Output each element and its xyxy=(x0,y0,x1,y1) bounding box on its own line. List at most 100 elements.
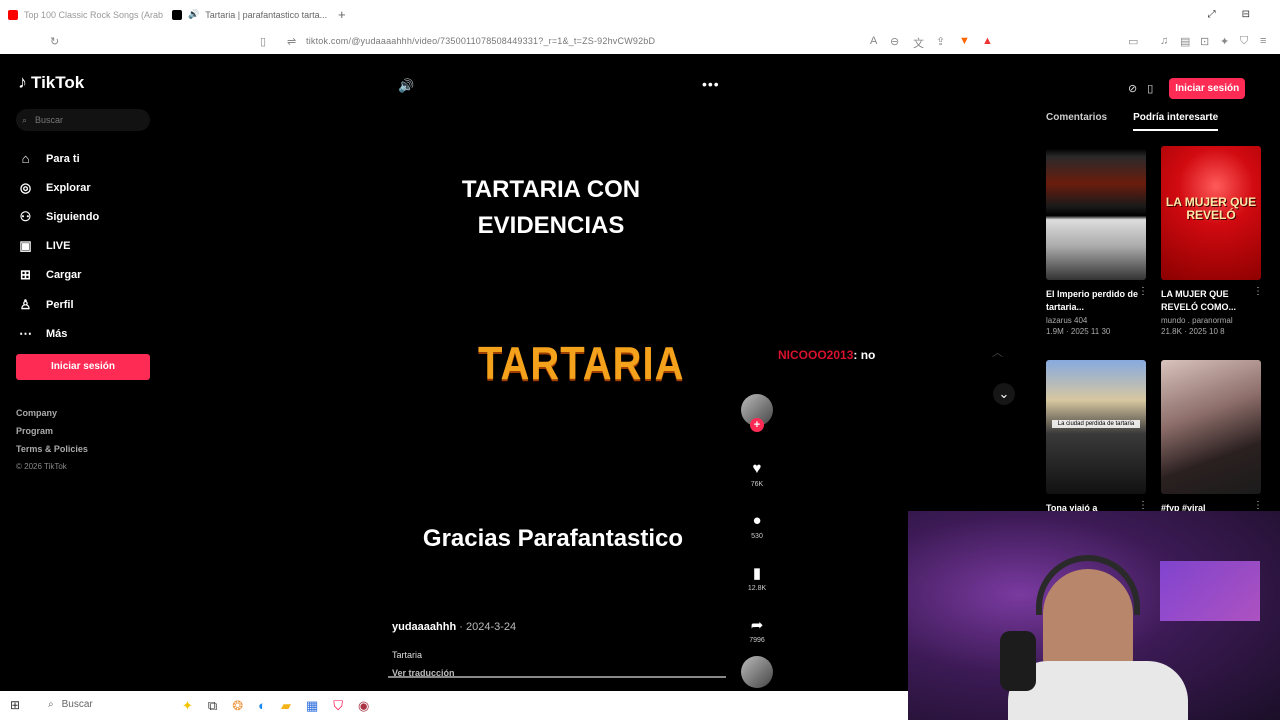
bookmark-icon: ▮ xyxy=(752,565,762,582)
follow-plus-icon[interactable]: + xyxy=(750,418,764,432)
top-right-controls: ⊘ ▯ Iniciar sesión xyxy=(1128,78,1246,99)
zoom-icon[interactable]: ⊖ xyxy=(890,35,899,48)
url-field[interactable]: tiktok.com/@yudaaaahhh/video/73500110785… xyxy=(306,36,655,46)
more-options-icon[interactable]: ••• xyxy=(702,76,720,92)
vpn-icon[interactable]: ⛉ xyxy=(1240,35,1248,48)
card-stats: 21.8K · 2025 10 8 xyxy=(1161,327,1225,336)
media-icon[interactable]: ♫ xyxy=(1160,35,1168,47)
video-card[interactable]: El Imperio perdido de tartaria... lazaru… xyxy=(1046,146,1148,336)
bookmark-icon[interactable]: ▯ xyxy=(260,35,266,48)
taskbar-search[interactable]: ⌕ Buscar xyxy=(42,699,93,710)
widgets-icon[interactable]: ✦ xyxy=(182,698,193,714)
chevron-down-icon[interactable]: ⌄ xyxy=(993,383,1015,405)
address-bar: ↻ ▯ ⇌ tiktok.com/@yudaaaahhh/video/73500… xyxy=(0,29,1280,54)
youtube-icon xyxy=(8,9,18,20)
share-icon[interactable]: ⇪ xyxy=(936,35,945,48)
tab-podria-interesarte[interactable]: Podría interesarte xyxy=(1133,112,1219,131)
save-button[interactable]: ▮ 12.8K xyxy=(740,564,774,596)
sidebar-item-live[interactable]: ▣ LIVE xyxy=(18,232,99,261)
video-player[interactable]: 🔊 ••• TARTARIA CON EVIDENCIAS TARTARIA G… xyxy=(388,66,728,682)
task-view-icon[interactable]: ⧉ xyxy=(208,698,217,714)
obs-icon[interactable]: ◉ xyxy=(358,698,369,714)
copilot-icon[interactable]: ❂ xyxy=(232,698,243,714)
video-progress-bar[interactable] xyxy=(388,676,726,678)
sidebar-item-cargar[interactable]: ⊞ Cargar xyxy=(18,261,99,290)
sidebar-item-siguiendo[interactable]: ⚇ Siguiendo xyxy=(18,202,100,231)
chevron-up-icon[interactable]: ︿ xyxy=(992,344,1003,360)
home-icon: ⌂ xyxy=(21,151,30,167)
music-disc-avatar[interactable] xyxy=(741,656,773,688)
maximize-icon[interactable]: ⊟ xyxy=(1242,9,1250,20)
sidebar-item-para-ti[interactable]: ⌂ Para ti xyxy=(18,144,99,173)
tiktok-note-icon: ♪ xyxy=(18,72,27,92)
footer-link-program[interactable]: Program xyxy=(16,426,88,444)
video-thumbnail[interactable] xyxy=(1161,360,1261,494)
search-input[interactable]: ⌕ Buscar xyxy=(16,109,150,131)
tab-youtube[interactable]: Top 100 Classic Rock Songs (Arab... xyxy=(0,0,164,29)
new-tab-button[interactable]: + xyxy=(338,7,346,22)
card-more-icon[interactable]: ⋮ xyxy=(1253,286,1263,297)
video-thumbnail[interactable] xyxy=(1046,146,1146,280)
brave-icon[interactable]: ⛉ xyxy=(333,698,343,714)
tiktok-logo[interactable]: ♪ TikTok xyxy=(18,72,84,93)
sidebar-nav: ⌂ Para ti ◎ Explorar ⚇ Siguiendo ▣ LIVE ⊞ Car… xyxy=(18,144,99,348)
share-button[interactable]: ➦ 7996 xyxy=(740,616,774,648)
copyright: © 2026 TikTok xyxy=(16,462,67,471)
video-card[interactable]: LA MUJER QUE REVELÓ LA MUJER QUE REVELÓ … xyxy=(1161,146,1263,336)
coin-icon[interactable]: ⊘ xyxy=(1128,82,1137,95)
sidebar-item-explorar[interactable]: ◎ Explorar xyxy=(18,173,99,202)
video-card[interactable]: La ciudad perdida de tartaria Tona viajó… xyxy=(1046,360,1148,528)
card-more-icon[interactable]: ⋮ xyxy=(1138,286,1148,297)
windows-start-icon[interactable]: ⊞ xyxy=(10,698,20,712)
brave-shield-icon[interactable]: ▼ xyxy=(959,35,970,47)
video-card[interactable]: #fyp #viral ⋮ xyxy=(1161,360,1263,528)
footer-link-terms[interactable]: Terms & Policies xyxy=(16,444,88,462)
sidebar-item-mas[interactable]: ⋯ Más xyxy=(18,319,99,348)
device-icon[interactable]: ▯ xyxy=(1147,82,1153,95)
site-info-icon[interactable]: ⇌ xyxy=(287,35,296,48)
menu-icon[interactable]: ≡ xyxy=(1260,35,1266,47)
downloads-icon[interactable]: ⊡ xyxy=(1200,35,1209,48)
login-button-top[interactable]: Iniciar sesión xyxy=(1169,78,1246,99)
thumbnail-text: LA MUJER QUE REVELÓ xyxy=(1165,195,1257,222)
login-button-sidebar[interactable]: Iniciar sesión xyxy=(16,354,150,380)
reader-icon[interactable]: 文 xyxy=(913,35,924,51)
file-explorer-icon[interactable]: ▰ xyxy=(281,698,291,714)
card-more-icon[interactable]: ⋮ xyxy=(1138,500,1148,511)
video-thumbnail[interactable]: La ciudad perdida de tartaria xyxy=(1046,360,1146,494)
sidebar-toggle-icon[interactable]: ▭ xyxy=(1128,35,1138,48)
live-icon: ▣ xyxy=(19,238,32,254)
search-placeholder: Buscar xyxy=(35,115,64,125)
reading-list-icon[interactable]: ▤ xyxy=(1180,35,1190,48)
creator-avatar[interactable]: + xyxy=(741,394,773,432)
tab-comentarios[interactable]: Comentarios xyxy=(1046,112,1107,131)
brave-rewards-icon[interactable]: ▲ xyxy=(982,35,993,47)
share-arrow-icon: ➦ xyxy=(750,617,764,634)
chat-overlay: NICOOO2013: no xyxy=(778,348,875,362)
right-tabs: Comentarios Podría interesarte xyxy=(1046,112,1272,131)
reload-icon[interactable]: ↻ xyxy=(50,35,59,48)
volume-icon[interactable]: 🔊 xyxy=(398,78,414,94)
more-icon: ⋯ xyxy=(19,325,32,341)
minimize-icon[interactable]: ⤢ xyxy=(1208,9,1216,20)
translate-icon[interactable]: A xyxy=(870,35,877,47)
taskbar: ⊞ ⌕ Buscar ✦ ⧉ ❂ ◐ ▰ ▦ ⛉ ◉ xyxy=(0,691,908,720)
store-icon[interactable]: ▦ xyxy=(306,698,318,714)
edge-icon[interactable]: ◐ xyxy=(258,698,266,714)
sidebar-item-perfil[interactable]: ♙ Perfil xyxy=(18,290,99,319)
tiktok-icon xyxy=(172,9,182,20)
tab-tiktok[interactable]: 🔊 Tartaria | parafantastico tarta... ✕ xyxy=(164,0,328,29)
video-thumbnail[interactable]: LA MUJER QUE REVELÓ xyxy=(1161,146,1261,280)
microphone xyxy=(1000,631,1036,691)
extensions-icon[interactable]: ✦ xyxy=(1220,35,1229,48)
tab-title: Top 100 Classic Rock Songs (Arab... xyxy=(24,9,164,20)
video-author[interactable]: yudaaaahhh · 2024-3-24 xyxy=(392,621,516,633)
card-more-icon[interactable]: ⋮ xyxy=(1253,500,1263,511)
comment-button[interactable]: ● 530 xyxy=(740,512,774,544)
like-button[interactable]: ♥ 76K xyxy=(740,460,774,492)
upload-icon: ⊞ xyxy=(20,267,31,283)
footer-links: Company Program Terms & Policies © 2026 … xyxy=(16,408,88,480)
footer-link-company[interactable]: Company xyxy=(16,408,88,426)
sidebar: ♪ TikTok ⌕ Buscar ⌂ Para ti ◎ Explorar ⚇ Si… xyxy=(4,54,164,688)
headphones xyxy=(1036,555,1140,615)
